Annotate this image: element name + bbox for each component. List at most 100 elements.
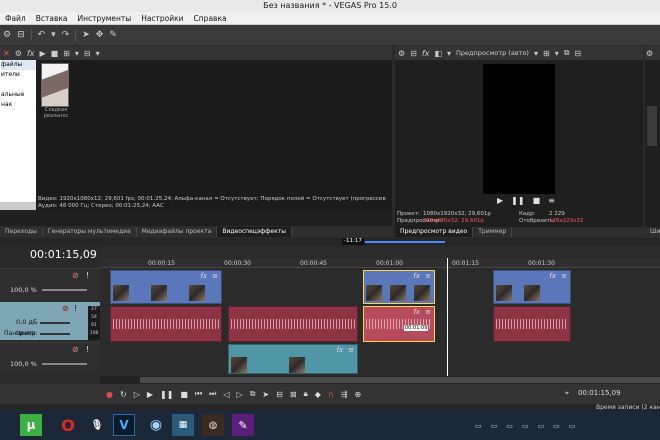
scrollbar-thumb[interactable] [140, 377, 660, 383]
level-slider[interactable] [42, 289, 87, 291]
stop-icon[interactable]: ■ [533, 196, 541, 205]
marker-icon[interactable]: ◆ [315, 390, 321, 399]
menu-icon[interactable]: ≡ [548, 196, 555, 205]
opera-icon[interactable]: O [57, 414, 79, 436]
redo-icon[interactable]: ↷ [62, 30, 70, 40]
video-clip[interactable]: fx ≡ [110, 270, 222, 304]
fx-icon[interactable]: fx [27, 49, 35, 58]
audio-clip[interactable] [493, 306, 571, 342]
tray-icon[interactable]: ▭ [491, 422, 498, 432]
cursor-tool-icon[interactable]: ➤ [262, 390, 269, 399]
video-clip-selected[interactable]: fx ≡ [363, 270, 435, 304]
loop-icon[interactable]: ↻ [120, 390, 127, 399]
volume-slider[interactable] [40, 322, 70, 324]
brush-tool-icon[interactable]: ✎ [109, 30, 117, 40]
stop-icon[interactable]: ■ [51, 49, 59, 58]
preview-mode-select[interactable]: Предпросмотр (авто) [456, 49, 529, 57]
properties-icon[interactable]: ⊟ [410, 49, 417, 58]
audio-clip-selected[interactable]: fx ≡ 00:01:09 [363, 306, 435, 342]
tab-video-preview[interactable]: Предпросмотр видео [395, 227, 474, 237]
tab-transitions[interactable]: Переходы [0, 227, 43, 237]
tree-item[interactable]: файлы [1, 60, 36, 70]
pause-icon[interactable]: ❚❚ [160, 390, 173, 399]
track-header-video-1[interactable]: ⊘ ! 100,0 % [0, 268, 100, 300]
tray-icon[interactable]: ▭ [506, 422, 513, 432]
playhead[interactable] [447, 258, 448, 376]
mute-icon[interactable]: ⊘ [72, 271, 79, 280]
video-clip[interactable]: fx ≡ [493, 270, 571, 304]
split-icon[interactable]: ⊟ [276, 390, 283, 399]
app-icon[interactable]: ◍ [202, 414, 224, 436]
scroll-handle[interactable] [647, 106, 657, 146]
timeline-ruler[interactable]: 00:00:15 00:00:30 00:00:45 00:01:00 00:0… [100, 258, 660, 268]
chevron-down-icon[interactable]: ▾ [534, 49, 538, 58]
menu-help[interactable]: Справка [189, 12, 232, 24]
level-slider[interactable] [42, 363, 87, 365]
lock-icon[interactable]: 🔒︎ [304, 389, 308, 399]
go-end-icon[interactable]: ⏭ [209, 389, 216, 399]
preview-video[interactable] [483, 64, 555, 194]
solo-icon[interactable]: ! [74, 304, 77, 313]
gear-icon[interactable]: ⚙ [398, 49, 405, 58]
gear-icon[interactable]: ⚙ [646, 49, 653, 58]
gear-icon[interactable]: ⚙ [15, 49, 22, 58]
play-icon[interactable]: ▶ [39, 49, 45, 58]
audio-clip[interactable] [228, 306, 358, 342]
mute-icon[interactable]: ⊘ [72, 345, 79, 354]
menu-insert[interactable]: Вставка [31, 12, 73, 24]
media-item[interactable]: Сладкая реальнос [41, 63, 71, 125]
timeline-scrollbar[interactable] [100, 376, 660, 384]
loop-icon[interactable]: ⊞ [63, 49, 70, 58]
fx-icon[interactable]: fx [422, 49, 430, 58]
tab-right[interactable]: Ши [645, 227, 660, 237]
tree-scrollbar[interactable] [0, 202, 36, 210]
pause-icon[interactable]: ❚❚ [511, 196, 524, 205]
zoom-icon[interactable]: ⊕ [355, 390, 362, 399]
prev-frame-icon[interactable]: ◁ [223, 390, 229, 399]
tray-icon[interactable]: ▭ [553, 422, 560, 432]
tab-project-media[interactable]: Медиафайлы проекта [137, 227, 218, 237]
fx-icon[interactable]: fx [336, 346, 343, 354]
properties-icon[interactable]: ⊟ [17, 30, 25, 40]
pan-slider[interactable] [40, 333, 70, 335]
record-icon[interactable]: ● [106, 390, 113, 399]
trim-icon[interactable]: ⊠ [290, 390, 297, 399]
autoripple-icon[interactable]: ⇶ [341, 390, 348, 399]
menu-tools[interactable]: Инструменты [73, 12, 137, 24]
play-icon[interactable]: ▶ [147, 390, 153, 399]
loop-region-bar[interactable] [365, 241, 445, 243]
chevron-down-icon[interactable]: ▾ [75, 49, 79, 58]
tray-icon[interactable]: ▭ [475, 422, 482, 432]
stop-icon[interactable]: ■ [180, 390, 188, 399]
play-from-start-icon[interactable]: ▷ [134, 390, 140, 399]
clip-menu-icon[interactable]: ≡ [425, 308, 431, 316]
close-icon[interactable]: ✕ [3, 49, 10, 58]
app-icon[interactable]: ▦ [172, 414, 194, 436]
next-frame-icon[interactable]: ▷ [237, 390, 243, 399]
menu-file[interactable]: Файл [0, 12, 31, 24]
fx-icon[interactable]: fx [413, 308, 420, 316]
snap-icon[interactable]: ∩ [328, 390, 334, 399]
tray-icon[interactable]: ▭ [538, 422, 545, 432]
solo-icon[interactable]: ! [86, 271, 89, 280]
chevron-down-icon[interactable]: ▾ [51, 30, 56, 40]
fx-icon[interactable]: fx [549, 272, 556, 280]
clip-menu-icon[interactable]: ≡ [348, 346, 354, 354]
utorrent-icon[interactable]: µ [20, 414, 42, 436]
undo-icon[interactable]: ↶ [38, 30, 46, 40]
track-header-video-2[interactable]: ⊘ ! 100,0 % [0, 342, 100, 374]
tracks-area[interactable]: fx ≡ fx ≡ fx ≡ fx ≡ 00:01:09 fx ≡ [100, 258, 660, 376]
microphone-icon[interactable]: 🎙︎ [86, 414, 108, 436]
chevron-down-icon[interactable]: ▾ [447, 49, 451, 58]
fx-icon[interactable]: fx [413, 272, 420, 280]
gear-icon[interactable]: ⚙ [3, 30, 11, 40]
move-tool-icon[interactable]: ✥ [96, 30, 104, 40]
vegas-icon[interactable]: V [113, 414, 135, 436]
audio-clip[interactable] [110, 306, 222, 342]
menu-options[interactable]: Настройки [136, 12, 188, 24]
play-icon[interactable]: ▶ [497, 196, 503, 205]
tree-item[interactable]: альные нак [1, 90, 36, 110]
edit-mode-icon[interactable]: ⧉ [250, 389, 256, 399]
track-header-audio[interactable]: ⊘ ! 0,0 дБ Панорама: Центр 27 54 81 108 [0, 302, 100, 340]
clip-menu-icon[interactable]: ≡ [561, 272, 567, 280]
